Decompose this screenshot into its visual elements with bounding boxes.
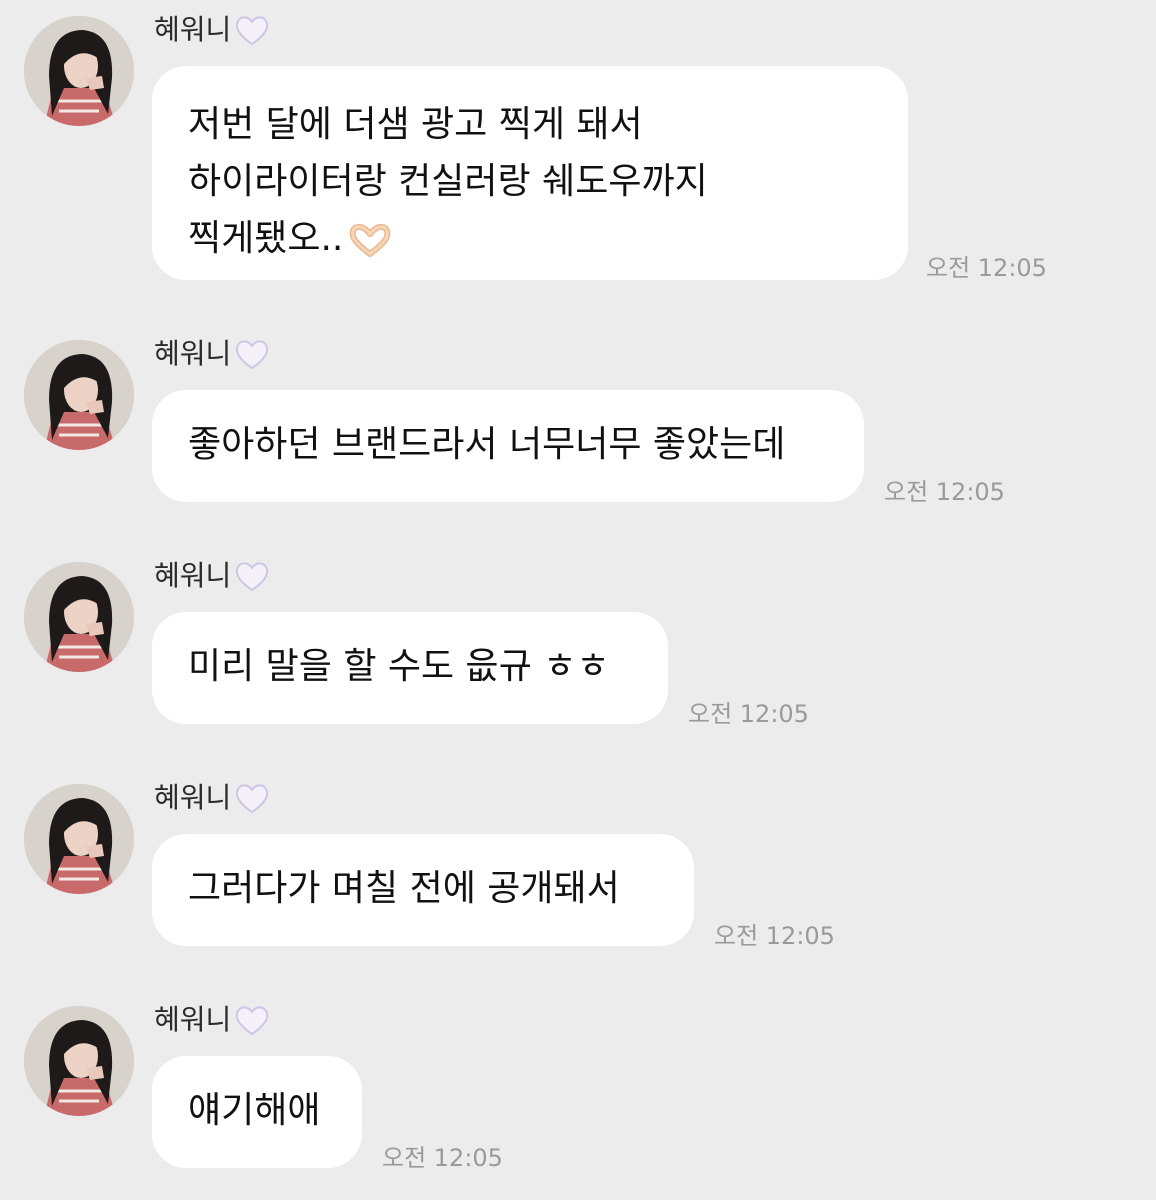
message-bubble[interactable]: 얘기해애	[152, 1056, 362, 1168]
message-line-with-emoji: 찍게됐오..	[188, 210, 872, 267]
message-timestamp: 오전 12:05	[382, 1144, 503, 1172]
message-line: 그러다가 며칠 전에 공개돼서	[188, 868, 620, 909]
white-heart-icon	[236, 1006, 269, 1036]
sender-name-text: 혜워니	[154, 559, 232, 592]
heart-hands-icon	[350, 223, 391, 257]
sender-name-text: 혜워니	[154, 1003, 232, 1036]
message-timestamp: 오전 12:05	[714, 922, 835, 950]
sender-name-text: 혜워니	[154, 337, 232, 370]
sender-name-text: 혜워니	[154, 13, 232, 46]
white-heart-icon	[236, 340, 269, 370]
message-group: 혜워니 미리 말을 할 수도 읎규 ㅎㅎ 오전 12:05	[0, 546, 1156, 746]
white-heart-icon	[236, 16, 269, 46]
avatar[interactable]	[24, 340, 134, 450]
message-timestamp: 오전 12:05	[884, 478, 1005, 506]
message-bubble[interactable]: 좋아하던 브랜드라서 너무너무 좋았는데	[152, 390, 864, 502]
message-line: 미리 말을 할 수도 읎규 ㅎㅎ	[188, 646, 610, 687]
message-bubble[interactable]: 저번 달에 더샘 광고 찍게 돼서 하이라이터랑 컨실러랑 쉐도우까지 찍게됐오…	[152, 66, 908, 280]
message-timestamp: 오전 12:05	[926, 254, 1047, 282]
white-heart-icon	[236, 784, 269, 814]
sender-name: 혜워니	[154, 556, 271, 596]
avatar[interactable]	[24, 562, 134, 672]
sender-name: 혜워니	[154, 10, 271, 50]
avatar[interactable]	[24, 784, 134, 894]
message-line: 하이라이터랑 컨실러랑 쉐도우까지	[188, 161, 708, 202]
message-line: 얘기해애	[188, 1090, 321, 1131]
message-group: 혜워니 좋아하던 브랜드라서 너무너무 좋았는데 오전 12:05	[0, 324, 1156, 524]
message-line: 찍게됐오..	[188, 218, 344, 259]
message-bubble[interactable]: 미리 말을 할 수도 읎규 ㅎㅎ	[152, 612, 668, 724]
avatar[interactable]	[24, 16, 134, 126]
message-group: 혜워니 얘기해애 오전 12:05	[0, 990, 1156, 1190]
message-timestamp: 오전 12:05	[688, 700, 809, 728]
sender-name: 혜워니	[154, 778, 271, 818]
message-bubble[interactable]: 그러다가 며칠 전에 공개돼서	[152, 834, 694, 946]
sender-name: 혜워니	[154, 334, 271, 374]
message-group: 혜워니 그러다가 며칠 전에 공개돼서 오전 12:05	[0, 768, 1156, 968]
message-group: 혜워니 저번 달에 더샘 광고 찍게 돼서 하이라이터랑 컨실러랑 쉐도우까지 …	[0, 0, 1156, 300]
avatar[interactable]	[24, 1006, 134, 1116]
sender-name-text: 혜워니	[154, 781, 232, 814]
white-heart-icon	[236, 562, 269, 592]
message-line: 저번 달에 더샘 광고 찍게 돼서	[188, 104, 643, 145]
message-line: 좋아하던 브랜드라서 너무너무 좋았는데	[188, 424, 786, 465]
sender-name: 혜워니	[154, 1000, 271, 1040]
